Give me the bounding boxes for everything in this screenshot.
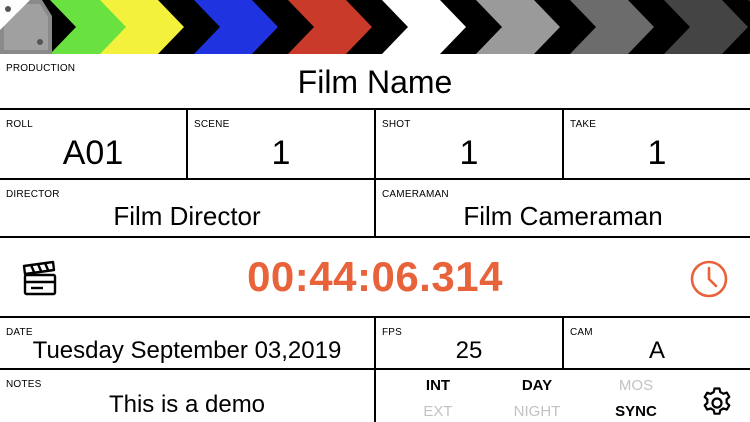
gear-icon[interactable]	[700, 383, 734, 417]
production-value: Film Name	[297, 64, 453, 100]
cam-cell[interactable]: CAM A	[564, 318, 750, 368]
date-cell[interactable]: DATE Tuesday September 03,2019	[0, 318, 376, 368]
timecode-display[interactable]: 00:44:06.314	[0, 253, 750, 301]
production-row: PRODUCTION Film Name	[0, 54, 750, 110]
date-value: Tuesday September 03,2019	[32, 337, 342, 364]
fps-value: 25	[455, 337, 483, 364]
notes-value: This is a demo	[108, 391, 266, 418]
notes-cell[interactable]: NOTES This is a demo	[0, 370, 376, 422]
cameraman-cell[interactable]: CAMERAMAN Film Cameraman	[376, 180, 750, 236]
date-row: DATE Tuesday September 03,2019 FPS 25 CA…	[0, 318, 750, 370]
roll-value: A01	[62, 134, 124, 172]
shot-value: 1	[459, 134, 479, 172]
director-value: Film Director	[113, 201, 261, 231]
clapper-stripes	[0, 0, 750, 54]
mos-toggle[interactable]: MOS	[601, 377, 671, 394]
director-label: DIRECTOR	[6, 189, 60, 200]
notes-label: NOTES	[6, 379, 42, 390]
cameraman-value: Film Cameraman	[463, 201, 663, 231]
cameraman-label: CAMERAMAN	[382, 189, 449, 200]
crew-row: DIRECTOR Film Director CAMERAMAN Film Ca…	[0, 180, 750, 238]
fps-cell[interactable]: FPS 25	[376, 318, 564, 368]
slate-numbers-row: ROLL A01 SCENE 1 SHOT 1 TAKE 1	[0, 110, 750, 180]
director-cell[interactable]: DIRECTOR Film Director	[0, 180, 376, 236]
notes-row: NOTES This is a demo INT EXT DAY NIGHT M…	[0, 370, 750, 422]
scene-cell[interactable]: SCENE 1	[188, 110, 376, 178]
take-label: TAKE	[570, 119, 597, 130]
timecode-row: 00:44:06.314	[0, 238, 750, 318]
take-cell[interactable]: TAKE 1	[564, 110, 750, 178]
production-cell[interactable]: PRODUCTION Film Name	[0, 54, 750, 108]
night-toggle[interactable]: NIGHT	[502, 403, 572, 420]
scene-label: SCENE	[194, 119, 230, 130]
scene-value: 1	[271, 134, 291, 172]
ext-toggle[interactable]: EXT	[403, 403, 473, 420]
roll-cell[interactable]: ROLL A01	[0, 110, 188, 178]
hinge-screw-bottom	[37, 39, 43, 45]
cam-value: A	[648, 337, 665, 364]
day-toggle[interactable]: DAY	[502, 377, 572, 394]
int-toggle[interactable]: INT	[403, 377, 473, 394]
slate-board: PRODUCTION Film Name ROLL A01 SCENE 1 SH…	[0, 54, 750, 422]
shot-label: SHOT	[382, 119, 411, 130]
take-value: 1	[647, 134, 667, 172]
scene-toggles: INT EXT DAY NIGHT MOS SYNC	[376, 370, 750, 422]
clock-icon[interactable]	[688, 258, 730, 300]
shot-cell[interactable]: SHOT 1	[376, 110, 564, 178]
roll-label: ROLL	[6, 119, 33, 130]
sync-toggle[interactable]: SYNC	[601, 403, 671, 420]
clapper-stick[interactable]	[0, 0, 750, 54]
